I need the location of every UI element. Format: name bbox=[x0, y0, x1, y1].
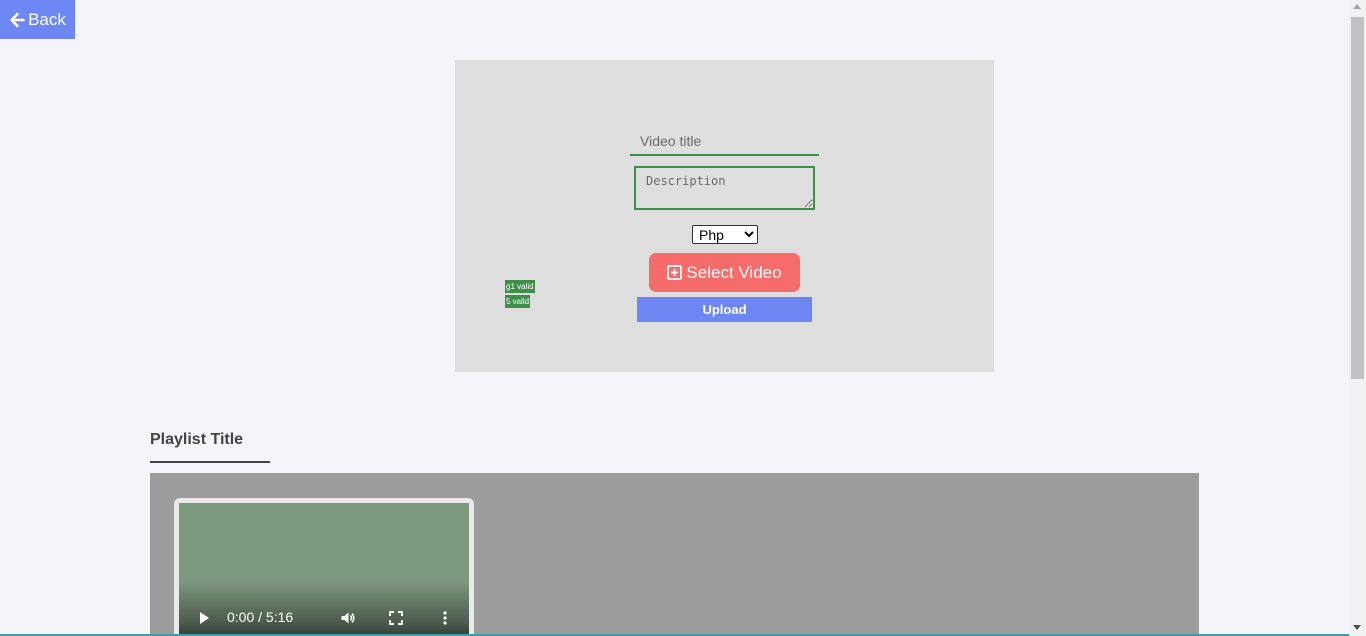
upload-button[interactable]: Upload bbox=[637, 297, 812, 322]
scroll-up-arrow-icon[interactable] bbox=[1353, 4, 1361, 9]
plus-square-icon bbox=[667, 265, 683, 280]
upload-button-label: Upload bbox=[702, 302, 747, 317]
play-icon[interactable] bbox=[196, 610, 212, 626]
volume-icon[interactable] bbox=[340, 610, 356, 626]
video-time: 0:00 / 5:16 bbox=[227, 609, 294, 625]
category-select[interactable]: Php bbox=[692, 225, 758, 244]
validation-badge: g1 valid bbox=[505, 280, 535, 293]
description-textarea[interactable] bbox=[634, 166, 815, 210]
page: Back Php Select Video Upload g1 valid 5 … bbox=[0, 0, 1366, 636]
validation-badge: 5 valid bbox=[505, 295, 531, 308]
back-button-label: Back bbox=[28, 9, 66, 29]
vertical-scrollbar[interactable] bbox=[1349, 0, 1366, 636]
select-video-button[interactable]: Select Video bbox=[649, 253, 800, 292]
playlist-title-underline bbox=[150, 461, 270, 463]
video-title-input[interactable] bbox=[630, 128, 819, 156]
scrollbar-thumb[interactable] bbox=[1351, 17, 1364, 379]
video-player[interactable]: 0:00 / 5:16 bbox=[179, 503, 469, 636]
playlist-title: Playlist Title bbox=[150, 431, 244, 448]
scroll-down-arrow-icon[interactable] bbox=[1353, 625, 1361, 630]
more-options-icon[interactable] bbox=[437, 610, 453, 626]
video-card: 0:00 / 5:16 bbox=[174, 498, 474, 636]
select-video-label: Select Video bbox=[686, 262, 782, 282]
arrow-left-icon bbox=[10, 12, 25, 27]
upload-panel: Php Select Video Upload g1 valid 5 valid bbox=[455, 60, 994, 372]
video-controls: 0:00 / 5:16 bbox=[179, 601, 469, 635]
playlist-area: 0:00 / 5:16 bbox=[150, 473, 1199, 636]
back-button[interactable]: Back bbox=[0, 0, 75, 39]
fullscreen-icon[interactable] bbox=[388, 610, 404, 626]
